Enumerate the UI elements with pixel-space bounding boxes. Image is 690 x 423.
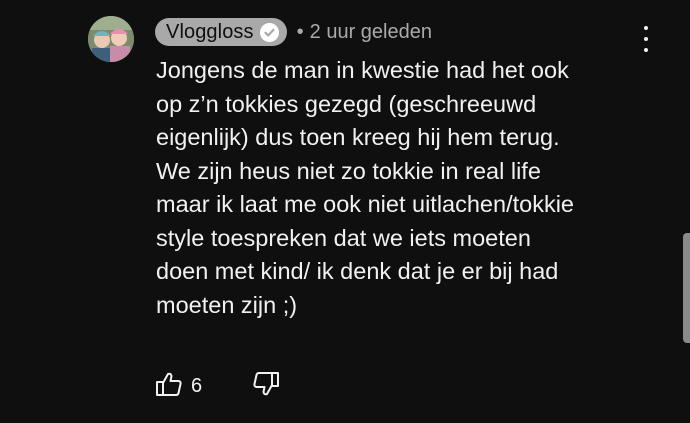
comment-text: Jongens de man in kwestie had het ook op… [156,57,574,318]
separator-dot: • [296,20,304,43]
thumbs-up-icon [155,371,183,402]
avatar-image [88,16,134,62]
checkmark-circle-icon [259,22,279,42]
timestamp[interactable]: 2 uur geleden [310,21,432,44]
comment-thread: Vloggloss • 2 uur geleden Jongens de man… [0,0,690,423]
author-name-button[interactable]: Vloggloss [155,18,287,46]
like-count: 6 [191,374,203,397]
menu-dot [644,26,648,30]
scrollbar[interactable] [683,233,690,343]
dislike-button[interactable] [252,371,280,402]
comment-actions: 6 [155,371,280,401]
thumbs-down-icon [252,371,280,402]
like-button[interactable]: 6 [155,371,202,402]
comment-header: Vloggloss • 2 uur geleden [155,17,432,47]
menu-dot [644,48,648,52]
author-name: Vloggloss [166,20,254,43]
avatar[interactable] [88,16,134,62]
menu-dot [644,37,648,41]
more-vertical-icon[interactable] [636,26,656,52]
